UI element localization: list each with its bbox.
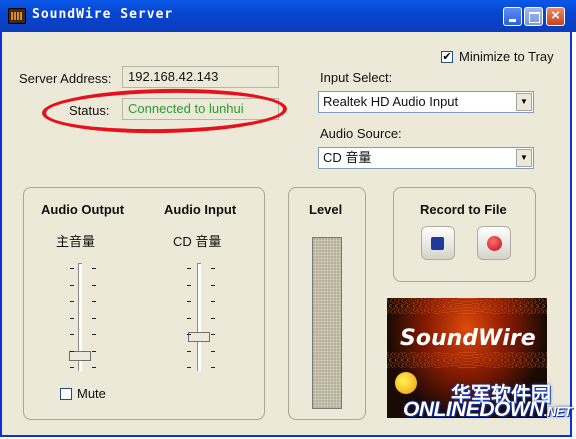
record-title: Record to File (420, 202, 507, 217)
slider-tick (70, 284, 74, 286)
mute-label: Mute (77, 386, 106, 401)
input-select-value: Realtek HD Audio Input (323, 94, 459, 109)
slider-tick (92, 301, 96, 302)
slider-tick (70, 367, 74, 368)
chevron-down-icon[interactable]: ▼ (516, 149, 532, 167)
slider-tick (70, 350, 74, 352)
audio-input-slider-track[interactable] (197, 263, 201, 371)
audio-output-title: Audio Output (41, 202, 125, 217)
status-field: Connected to lunhui (122, 98, 279, 120)
minimize-to-tray-label: Minimize to Tray (459, 49, 554, 64)
stop-button[interactable] (421, 226, 455, 260)
slider-tick (92, 317, 96, 319)
slider-tick (211, 284, 215, 286)
slider-tick (70, 268, 74, 269)
slider-tick (211, 301, 215, 302)
slider-tick (211, 317, 215, 319)
record-icon (487, 236, 502, 251)
server-address-label: Server Address: (19, 71, 112, 86)
minimize-to-tray-checkbox[interactable]: ✔ (441, 51, 453, 63)
slider-tick (187, 317, 191, 319)
watermark-en-suffix: .NET (543, 404, 572, 419)
slider-tick (187, 284, 191, 286)
logo-text: SoundWire (400, 326, 536, 351)
input-select-dropdown[interactable]: Realtek HD Audio Input ▼ (318, 91, 534, 113)
slider-tick (211, 334, 215, 335)
slider-tick (187, 301, 191, 302)
audio-output-sublabel: 主音量 (56, 234, 96, 249)
slider-tick (92, 284, 96, 286)
close-button[interactable] (546, 7, 565, 26)
status-label: Status: (69, 103, 110, 118)
slider-tick (187, 268, 191, 269)
watermark-en: ONLINEDOWN.NET (403, 398, 572, 422)
stop-icon (431, 237, 444, 250)
app-icon (8, 8, 26, 24)
lightbulb-icon (395, 372, 417, 394)
slider-tick (211, 350, 215, 352)
maximize-button[interactable] (524, 7, 543, 26)
input-select-label: Input Select: (320, 70, 393, 85)
slider-tick (92, 350, 96, 352)
level-meter (312, 237, 342, 409)
slider-tick (187, 367, 191, 368)
title-bar: SoundWire Server (0, 0, 576, 32)
minimize-button[interactable] (503, 7, 522, 26)
audio-input-slider-thumb[interactable] (188, 331, 210, 342)
audio-output-slider-thumb[interactable] (69, 351, 91, 362)
slider-tick (211, 268, 215, 269)
slider-tick (187, 334, 191, 335)
window-title: SoundWire Server (32, 7, 174, 22)
audio-source-label: Audio Source: (320, 126, 402, 141)
slider-tick (92, 367, 96, 368)
chevron-down-icon[interactable]: ▼ (516, 93, 532, 111)
audio-source-dropdown[interactable]: CD 音量 ▼ (318, 147, 534, 169)
slider-tick (70, 301, 74, 302)
audio-source-value: CD 音量 (323, 150, 372, 165)
slider-tick (187, 350, 191, 352)
logo-coil-top (387, 298, 547, 314)
slider-tick (70, 317, 74, 319)
level-title: Level (309, 202, 343, 217)
watermark-en-main: ONLINEDOWN (403, 398, 544, 421)
slider-tick (70, 334, 74, 335)
audio-mixer-group (23, 187, 265, 420)
mute-checkbox[interactable] (60, 388, 72, 400)
audio-input-sublabel: CD 音量 (173, 234, 222, 249)
record-button[interactable] (477, 226, 511, 260)
slider-tick (211, 367, 215, 368)
slider-tick (92, 334, 96, 335)
audio-input-title: Audio Input (164, 202, 237, 217)
logo-coil-bottom (387, 352, 547, 368)
slider-tick (92, 268, 96, 269)
server-address-field: 192.168.42.143 (122, 66, 279, 88)
